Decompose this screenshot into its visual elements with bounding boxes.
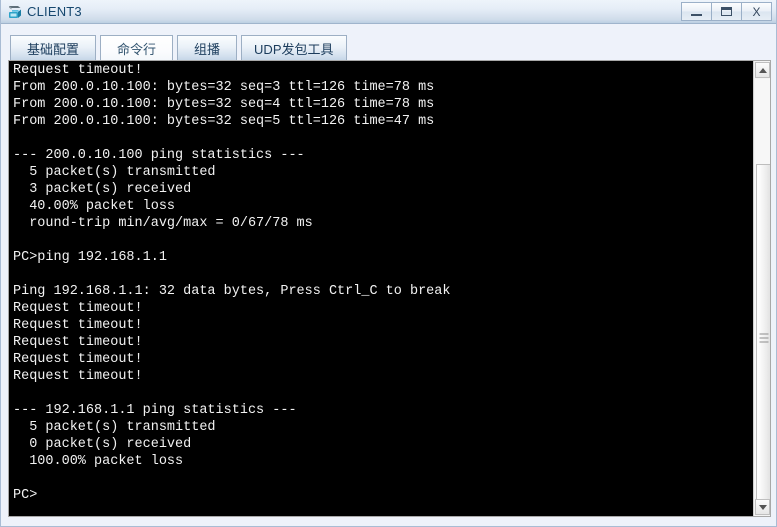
console-output[interactable]: Request timeout! From 200.0.10.100: byte… [13, 62, 743, 504]
tab-udp-tool-label: UDP发包工具 [254, 42, 334, 57]
chevron-down-icon [758, 504, 767, 510]
minimize-icon [691, 14, 702, 16]
maximize-button[interactable] [711, 2, 742, 21]
scroll-up-button[interactable] [755, 62, 770, 78]
tab-command-line[interactable]: 命令行 [100, 35, 174, 61]
tab-basic-config[interactable]: 基础配置 [10, 35, 97, 61]
tab-basic-config-label: 基础配置 [27, 42, 80, 57]
scrollbar-thumb[interactable] [756, 164, 770, 512]
tab-multicast-label: 组播 [194, 42, 221, 57]
window-controls: X [681, 2, 772, 21]
maximize-icon [721, 7, 732, 16]
window-title: CLIENT3 [27, 4, 82, 19]
title-bar[interactable]: CLIENT3 X [1, 0, 776, 24]
console-scrollbar[interactable] [753, 61, 770, 516]
scrollbar-grip-icon [759, 333, 768, 343]
scrollbar-track[interactable] [755, 79, 770, 512]
tab-strip: 基础配置 命令行 组播 UDP发包工具 [10, 34, 351, 61]
tab-multicast[interactable]: 组播 [177, 35, 238, 61]
client-window: CLIENT3 X 基础配置 命令行 组播 UDP发包工具 Request ti… [0, 0, 777, 527]
tab-command-line-label: 命令行 [117, 42, 157, 57]
console-panel[interactable]: Request timeout! From 200.0.10.100: byte… [8, 60, 771, 517]
close-button[interactable]: X [741, 2, 772, 21]
tab-udp-tool[interactable]: UDP发包工具 [241, 35, 347, 61]
minimize-button[interactable] [681, 2, 712, 21]
scroll-down-button[interactable] [755, 499, 770, 515]
chevron-up-icon [758, 67, 767, 73]
network-client-icon [9, 5, 21, 18]
close-icon: X [752, 4, 761, 19]
